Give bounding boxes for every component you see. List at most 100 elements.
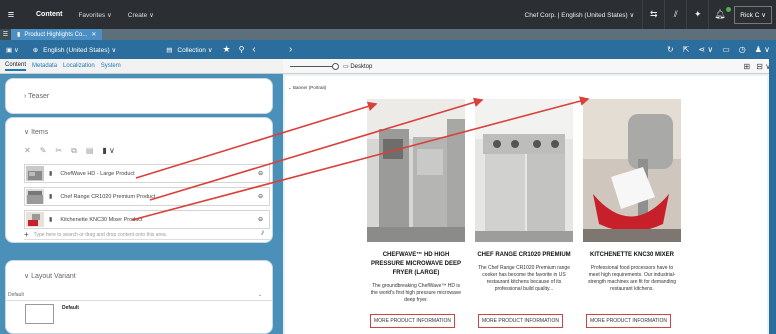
app-title[interactable]: Content <box>36 11 62 18</box>
more-info-button[interactable]: MORE PRODUCT INFORMATION <box>478 314 563 328</box>
product-title: CHEF RANGE CR1020 PREMIUM <box>477 252 571 258</box>
share-icon[interactable]: ⋖ ∨ <box>698 45 713 54</box>
copy-icon[interactable]: ⧉ <box>71 146 77 156</box>
tab-content[interactable]: Content <box>5 62 27 71</box>
open-external-icon[interactable]: ⇱ <box>683 45 690 54</box>
remove-icon[interactable]: ✕ <box>24 146 31 156</box>
chevron-down-icon: ⌄ <box>257 291 262 298</box>
item-thumbnail <box>26 189 44 204</box>
link-icon[interactable]: ⊖ <box>258 216 263 223</box>
tab-metadata[interactable]: Metadata <box>32 63 57 69</box>
product-image <box>367 99 465 242</box>
layout-variant-select[interactable]: Default ⌄ <box>6 289 272 301</box>
bell-icon[interactable]: 🔔︎ <box>708 0 730 29</box>
product-card-chef-range[interactable]: CHEF RANGE CR1020 PREMIUM The Chef Range… <box>475 99 573 334</box>
reload-icon[interactable]: ↻ <box>667 45 674 54</box>
tab-list-icon[interactable]: ☰ <box>0 29 11 40</box>
layout-variant-value: Default <box>8 291 24 298</box>
teaser-label: Teaser <box>28 93 50 100</box>
more-info-button[interactable]: MORE PRODUCT INFORMATION <box>370 314 455 328</box>
notification-badge <box>726 7 731 12</box>
library-icon[interactable]: ⫽ <box>261 231 264 238</box>
expand-right-icon[interactable]: › <box>289 44 292 55</box>
paste-icon[interactable]: ▤ <box>86 146 94 156</box>
link-icon[interactable]: ⊖ <box>258 193 263 200</box>
tab-localization[interactable]: Localization <box>63 63 95 69</box>
form-tabs: Content Metadata Localization System <box>0 59 283 74</box>
workflow-icon[interactable]: ⫽ <box>664 0 686 29</box>
tab-product-highlights[interactable]: ▮ Product Highlights Co... ✕ <box>11 29 103 40</box>
new-content-icon[interactable]: ▮ ∨ <box>102 146 114 156</box>
locale-label: English (United States) ∨ <box>43 46 117 54</box>
item-thumbnail <box>26 212 44 227</box>
hamburger-menu-icon[interactable]: ≡ <box>0 0 22 29</box>
favorites-menu[interactable]: Favorites ∨ <box>78 11 111 19</box>
zoom-slider-handle[interactable] <box>332 63 339 70</box>
panel-layout-icon[interactable]: ▣ ∨ <box>6 46 19 54</box>
list-item[interactable]: ▮ Kitchenette KNC30 Mixer Product ⊖ <box>24 210 270 229</box>
product-description: The groundbreaking ChefWave™ HD is the w… <box>370 283 462 303</box>
close-icon[interactable]: ✕ <box>91 31 96 38</box>
document-icon: ▮ <box>17 32 21 38</box>
document-icon: ▮ <box>49 217 53 223</box>
items-header[interactable]: ∨ Items <box>6 118 272 136</box>
preview-pane: ⌄ Banner (Portrait) CHEFWAVE™ HD HIGH PR… <box>283 74 769 334</box>
product-image <box>475 99 573 242</box>
collection-button[interactable]: ▤ Collection ∨ <box>166 46 212 54</box>
control-room-icon[interactable]: ✦ <box>686 0 708 29</box>
item-label: Chef Range CR1020 Premium Product <box>60 193 156 200</box>
item-thumbnail <box>26 166 44 181</box>
editor-toolbar: ▣ ∨ ⊕ English (United States) ∨ ▤ Collec… <box>0 40 283 59</box>
star-icon[interactable]: ★ <box>222 44 230 55</box>
user-preview-icon[interactable]: ♟ ∨ <box>755 45 770 54</box>
side-panel-toggle[interactable] <box>769 59 776 334</box>
layout-variant-label: Layout Variant <box>31 273 76 280</box>
items-label: Items <box>31 129 49 136</box>
variant-label: Default <box>62 305 79 311</box>
zoom-slider-track[interactable] <box>290 66 334 67</box>
collection-label: Collection ∨ <box>177 46 213 54</box>
plus-icon[interactable]: + <box>24 230 29 239</box>
layout-variant-header[interactable]: ∨ Layout Variant <box>6 261 272 280</box>
link-icon[interactable]: ⊖ <box>258 170 263 177</box>
globe-icon: ⊕ <box>32 46 39 54</box>
teaser-header[interactable]: › Teaser <box>6 79 272 100</box>
list-item[interactable]: ▮ ChefWave HD - Large Product ⊖ <box>24 164 270 183</box>
add-item-placeholder[interactable]: Type here to search or drag and drop con… <box>34 232 167 238</box>
banner-label-text: Banner (Portrait) <box>293 85 327 90</box>
cut-icon[interactable]: ✂ <box>55 146 62 156</box>
pin-icon[interactable]: ⚲ <box>239 45 245 54</box>
items-panel: ∨ Items ✕ ✎ ✂ ⧉ ▤ ▮ ∨ ▮ ChefWave HD - La… <box>5 117 273 243</box>
compare-icon[interactable]: ⊞ <box>744 62 751 71</box>
clock-icon[interactable]: ◷ <box>739 45 746 54</box>
add-item-dropzone[interactable]: + Type here to search or drag and drop c… <box>24 230 270 240</box>
translate-icon[interactable]: ⇆ <box>642 0 664 29</box>
items-toolbar: ✕ ✎ ✂ ⧉ ▤ ▮ ∨ <box>24 146 115 156</box>
preview-page: ⌄ Banner (Portrait) CHEFWAVE™ HD HIGH PR… <box>285 76 767 334</box>
collapse-left-icon[interactable]: ‹ <box>252 44 255 55</box>
document-icon: ▮ <box>49 194 53 200</box>
device-label: ▭ Desktop <box>343 63 372 70</box>
document-tab-bar: ☰ ▮ Product Highlights Co... ✕ <box>0 29 776 40</box>
product-card-kitchenette[interactable]: KITCHENETTE KNC30 MIXER Professional foo… <box>583 99 681 334</box>
more-info-button[interactable]: MORE PRODUCT INFORMATION <box>586 314 671 328</box>
preview-header: ▭ Desktop ⊞ ⊟ ∨ <box>283 59 776 74</box>
product-description: The Chef Range CR1020 Premium range cook… <box>478 265 570 292</box>
list-item[interactable]: ▮ Chef Range CR1020 Premium Product ⊖ <box>24 187 270 206</box>
tab-system[interactable]: System <box>101 63 121 69</box>
form-area: › Teaser ∨ Items ✕ ✎ ✂ ⧉ ▤ ▮ ∨ ▮ ChefWav… <box>0 74 283 334</box>
product-card-chefwave[interactable]: CHEFWAVE™ HD HIGH PRESSURE MICROWAVE DEE… <box>367 99 465 334</box>
device-icon[interactable]: ▭ <box>722 45 730 54</box>
locale-selector[interactable]: ⊕ English (United States) ∨ <box>33 46 117 54</box>
product-title: KITCHENETTE KNC30 MIXER <box>589 252 674 258</box>
item-label: Kitchenette KNC30 Mixer Product <box>60 216 143 223</box>
layout-variant-panel: ∨ Layout Variant Default ⌄ Default <box>5 260 273 334</box>
item-label: ChefWave HD - Large Product <box>60 170 135 177</box>
user-menu[interactable]: Rick C ∨ <box>734 5 772 24</box>
variant-thumbnail[interactable] <box>25 304 54 324</box>
create-menu[interactable]: Create ∨ <box>128 11 154 19</box>
collection-icon: ▤ <box>166 46 173 54</box>
teaser-panel[interactable]: › Teaser <box>5 78 273 114</box>
edit-icon[interactable]: ✎ <box>40 146 47 156</box>
org-locale-selector[interactable]: Chef Corp. | English (United States) ∨ <box>525 11 635 19</box>
